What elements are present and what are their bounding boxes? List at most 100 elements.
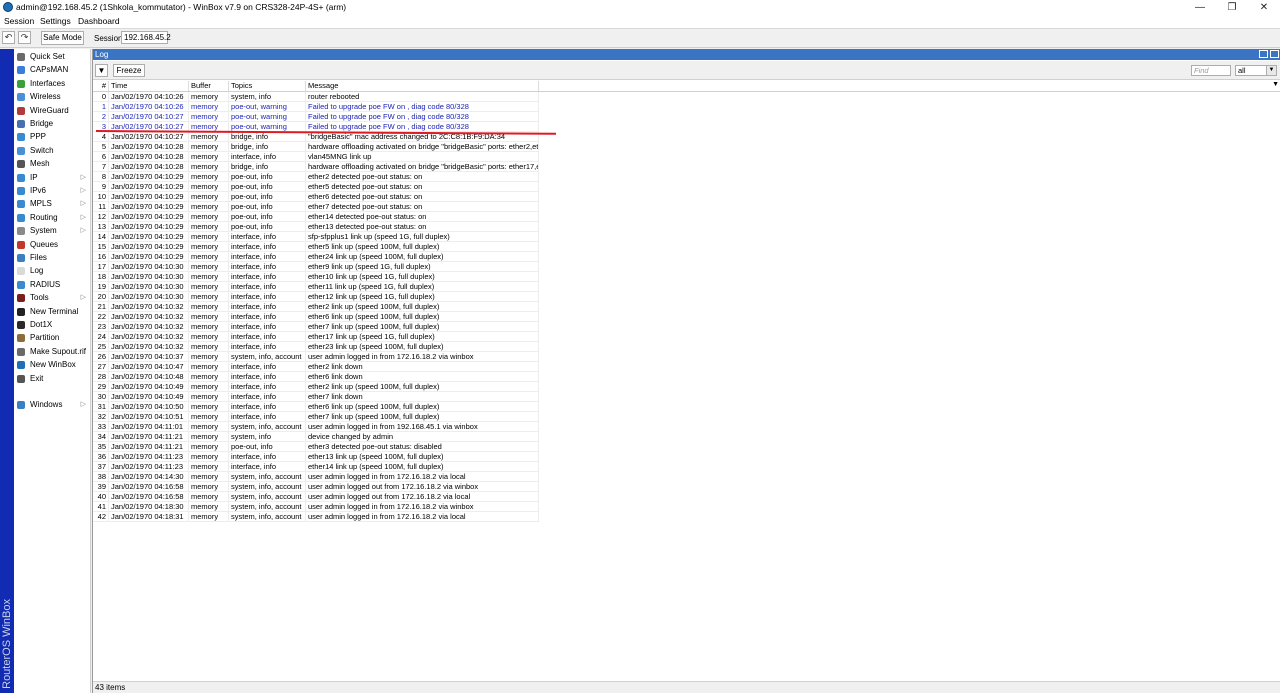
sidebar-item-bridge[interactable]: Bridge (14, 118, 90, 130)
sidebar-item-partition[interactable]: Partition (14, 332, 90, 344)
table-row[interactable]: 37 Jan/02/1970 04:11:23 memory interface, i… (93, 462, 1280, 472)
row-time: Jan/02/1970 04:10:29 (109, 232, 189, 242)
table-row[interactable]: 0 Jan/02/1970 04:10:26 memory system, info r… (93, 92, 1280, 102)
sidebar-item-tools[interactable]: Tools ▷ (14, 292, 90, 304)
mesh-icon (17, 160, 25, 169)
table-row[interactable]: 27 Jan/02/1970 04:10:47 memory interface, i… (93, 362, 1280, 372)
sidebar-item-mesh[interactable]: Mesh (14, 158, 90, 170)
column-menu-icon[interactable]: ▼ (1272, 81, 1279, 88)
close-button[interactable]: ✕ (1248, 0, 1280, 15)
column-header-message[interactable]: Message (306, 81, 539, 91)
table-row[interactable]: 11 Jan/02/1970 04:10:29 memory poe-out, inf… (93, 202, 1280, 212)
table-row[interactable]: 35 Jan/02/1970 04:11:21 memory poe-out, inf… (93, 442, 1280, 452)
table-row[interactable]: 22 Jan/02/1970 04:10:32 memory interface, i… (93, 312, 1280, 322)
sidebar-item-wireguard[interactable]: WireGuard (14, 105, 90, 117)
table-row[interactable]: 41 Jan/02/1970 04:18:30 memory system, info… (93, 502, 1280, 512)
sidebar-item-make-supout-rif[interactable]: Make Supout.rif (14, 346, 90, 358)
table-row[interactable]: 42 Jan/02/1970 04:18:31 memory system, info… (93, 512, 1280, 522)
find-input[interactable]: Find (1191, 65, 1231, 76)
row-topics: interface, info (229, 372, 306, 382)
minimize-button[interactable]: — (1184, 0, 1216, 15)
sidebar-item-switch[interactable]: Switch (14, 145, 90, 157)
log-close-button[interactable] (1270, 50, 1279, 58)
table-row[interactable]: 16 Jan/02/1970 04:10:29 memory interface, i… (93, 252, 1280, 262)
sidebar-item-ip[interactable]: IP ▷ (14, 172, 90, 184)
filter-select[interactable]: all ▼ (1235, 65, 1277, 76)
sidebar-item-windows[interactable]: Windows ▷ (14, 399, 90, 411)
table-row[interactable]: 25 Jan/02/1970 04:10:32 memory interface, i… (93, 342, 1280, 352)
menu-settings[interactable]: Settings (40, 16, 71, 26)
table-row[interactable]: 33 Jan/02/1970 04:11:01 memory system, info… (93, 422, 1280, 432)
row-time: Jan/02/1970 04:10:28 (109, 142, 189, 152)
sidebar-item-system[interactable]: System ▷ (14, 225, 90, 237)
table-row[interactable]: 20 Jan/02/1970 04:10:30 memory interface, i… (93, 292, 1280, 302)
table-row[interactable]: 30 Jan/02/1970 04:10:49 memory interface, i… (93, 392, 1280, 402)
session-field[interactable]: 192.168.45.2 (121, 31, 171, 44)
sidebar-item-log[interactable]: Log (14, 265, 90, 277)
table-row[interactable]: 34 Jan/02/1970 04:11:21 memory system, info… (93, 432, 1280, 442)
table-row[interactable]: 7 Jan/02/1970 04:10:28 memory bridge, info h… (93, 162, 1280, 172)
table-row[interactable]: 5 Jan/02/1970 04:10:28 memory bridge, info h… (93, 142, 1280, 152)
column-header-number[interactable]: # (93, 81, 109, 91)
safe-mode-button[interactable]: Safe Mode (41, 31, 84, 45)
switch-icon (17, 146, 25, 155)
sidebar-item-exit[interactable]: Exit (14, 373, 90, 385)
column-header-buffer[interactable]: Buffer (189, 81, 229, 91)
column-header-topics[interactable]: Topics (229, 81, 306, 91)
table-row[interactable]: 26 Jan/02/1970 04:10:37 memory system, info… (93, 352, 1280, 362)
table-row[interactable]: 13 Jan/02/1970 04:10:29 memory poe-out, inf… (93, 222, 1280, 232)
table-row[interactable]: 8 Jan/02/1970 04:10:29 memory poe-out, info… (93, 172, 1280, 182)
table-row[interactable]: 1 Jan/02/1970 04:10:26 memory poe-out, warn… (93, 102, 1280, 112)
table-row[interactable]: 28 Jan/02/1970 04:10:48 memory interface, i… (93, 372, 1280, 382)
table-row[interactable]: 14 Jan/02/1970 04:10:29 memory interface, i… (93, 232, 1280, 242)
table-row[interactable]: 12 Jan/02/1970 04:10:29 memory poe-out, inf… (93, 212, 1280, 222)
table-row[interactable]: 18 Jan/02/1970 04:10:30 memory interface, i… (93, 272, 1280, 282)
sidebar-item-quick-set[interactable]: Quick Set (14, 51, 90, 63)
sidebar-item-mpls[interactable]: MPLS ▷ (14, 198, 90, 210)
table-row[interactable]: 17 Jan/02/1970 04:10:30 memory interface, i… (93, 262, 1280, 272)
table-row[interactable]: 9 Jan/02/1970 04:10:29 memory poe-out, info… (93, 182, 1280, 192)
sidebar-item-wireless[interactable]: Wireless (14, 91, 90, 103)
filter-icon[interactable]: ▼ (95, 64, 108, 77)
sidebar-item-queues[interactable]: Queues (14, 239, 90, 251)
undo-button[interactable]: ↶ (2, 31, 15, 44)
sidebar-item-files[interactable]: Files (14, 252, 90, 264)
log-maximize-button[interactable] (1259, 50, 1268, 58)
sidebar-item-routing[interactable]: Routing ▷ (14, 212, 90, 224)
sidebar-item-radius[interactable]: RADIUS (14, 279, 90, 291)
menu-dashboard[interactable]: Dashboard (78, 16, 120, 26)
table-row[interactable]: 2 Jan/02/1970 04:10:27 memory poe-out, warn… (93, 112, 1280, 122)
table-row[interactable]: 19 Jan/02/1970 04:10:30 memory interface, i… (93, 282, 1280, 292)
table-row[interactable]: 38 Jan/02/1970 04:14:30 memory system, info… (93, 472, 1280, 482)
row-time: Jan/02/1970 04:10:27 (109, 132, 189, 142)
table-row[interactable]: 15 Jan/02/1970 04:10:29 memory interface, i… (93, 242, 1280, 252)
redo-button[interactable]: ↷ (18, 31, 31, 44)
table-row[interactable]: 4 Jan/02/1970 04:10:27 memory bridge, info "… (93, 132, 1280, 142)
table-row[interactable]: 21 Jan/02/1970 04:10:32 memory interface, i… (93, 302, 1280, 312)
table-row[interactable]: 24 Jan/02/1970 04:10:32 memory interface, i… (93, 332, 1280, 342)
sidebar-item-ppp[interactable]: PPP (14, 131, 90, 143)
sidebar-menu: Quick Set CAPsMAN Interfaces Wireless WireGu… (14, 49, 91, 693)
table-row[interactable]: 6 Jan/02/1970 04:10:28 memory interface, in… (93, 152, 1280, 162)
sidebar-item-ipv6[interactable]: IPv6 ▷ (14, 185, 90, 197)
sidebar-item-new-terminal[interactable]: New Terminal (14, 306, 90, 318)
table-row[interactable]: 40 Jan/02/1970 04:16:58 memory system, info… (93, 492, 1280, 502)
table-row[interactable]: 23 Jan/02/1970 04:10:32 memory interface, i… (93, 322, 1280, 332)
sidebar-item-capsman[interactable]: CAPsMAN (14, 64, 90, 76)
table-row[interactable]: 36 Jan/02/1970 04:11:23 memory interface, i… (93, 452, 1280, 462)
freeze-button[interactable]: Freeze (113, 64, 145, 77)
restore-button[interactable]: ❐ (1216, 0, 1248, 15)
row-time: Jan/02/1970 04:10:30 (109, 292, 189, 302)
table-row[interactable]: 31 Jan/02/1970 04:10:50 memory interface, i… (93, 402, 1280, 412)
table-row[interactable]: 32 Jan/02/1970 04:10:51 memory interface, i… (93, 412, 1280, 422)
chevron-down-icon[interactable]: ▼ (1266, 66, 1276, 75)
table-row[interactable]: 39 Jan/02/1970 04:16:58 memory system, info… (93, 482, 1280, 492)
table-row[interactable]: 10 Jan/02/1970 04:10:29 memory poe-out, inf… (93, 192, 1280, 202)
sidebar-item-interfaces[interactable]: Interfaces (14, 78, 90, 90)
sidebar-item-new-winbox[interactable]: New WinBox (14, 359, 90, 371)
sidebar-item-dot1x[interactable]: Dot1X (14, 319, 90, 331)
table-row[interactable]: 29 Jan/02/1970 04:10:49 memory interface, i… (93, 382, 1280, 392)
sidebar-item-label: MPLS (30, 199, 52, 209)
column-header-time[interactable]: Time (109, 81, 189, 91)
menu-session[interactable]: Session (4, 16, 34, 26)
